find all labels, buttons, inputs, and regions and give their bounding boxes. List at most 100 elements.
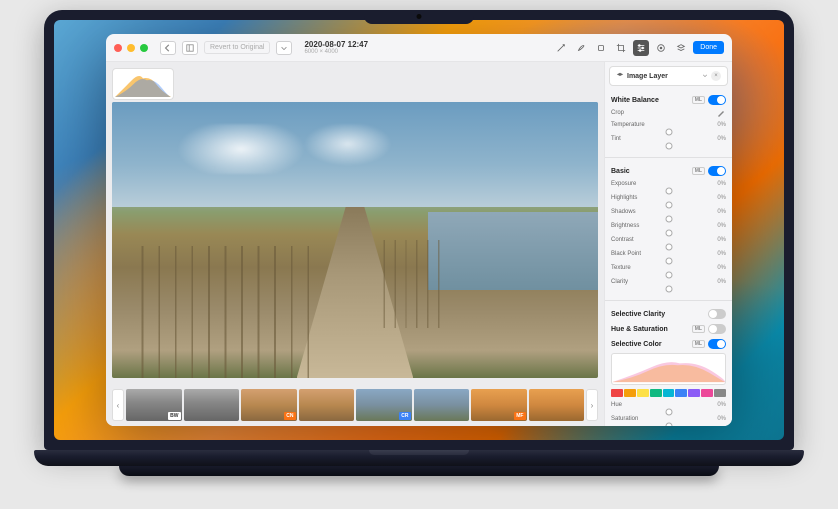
filmstrip-next-button[interactable]: › (586, 389, 598, 421)
white-balance-header: White Balance ML (611, 92, 726, 107)
canvas-area: ‹ BW CN CR MF › (106, 62, 604, 426)
zoom-dropdown[interactable] (276, 41, 292, 55)
revert-button[interactable]: Revert to Original (204, 41, 270, 54)
preset-thumb-mf[interactable]: MF (471, 389, 527, 421)
color-swatches (611, 387, 726, 399)
color-swatch[interactable] (701, 389, 713, 397)
layers-icon[interactable] (673, 40, 689, 56)
section-title: Selective Color (611, 341, 662, 348)
effects-icon[interactable] (653, 40, 669, 56)
photo-water (428, 212, 598, 289)
tint-value: 0% (717, 136, 726, 142)
ml-badge[interactable]: ML (692, 325, 705, 333)
main-area: ‹ BW CN CR MF › (106, 62, 732, 426)
image-title: 2020-08-07 12:47 (304, 40, 547, 49)
title-block: 2020-08-07 12:47 6000 × 4000 (304, 40, 547, 55)
black-point-label: Black Point (611, 251, 641, 257)
filmstrip-prev-button[interactable]: ‹ (112, 389, 124, 421)
preset-thumb-cn[interactable]: CN (241, 389, 297, 421)
hue-label: Hue (611, 402, 622, 408)
preset-thumb[interactable] (414, 389, 470, 421)
preset-thumb[interactable] (299, 389, 355, 421)
preset-tag: MF (514, 412, 525, 420)
shadows-label: Shadows (611, 209, 636, 215)
saturation-value: 0% (717, 416, 726, 422)
selective-clarity-header: Selective Clarity (611, 306, 726, 321)
preset-tag: BW (168, 412, 180, 420)
color-swatch[interactable] (650, 389, 662, 397)
adjustments-panel: Image Layer × White Balance ML (604, 62, 732, 426)
saturation-label: Saturation (611, 416, 638, 422)
temperature-label: Temperature (611, 122, 645, 128)
brightness-label: Brightness (611, 223, 639, 229)
histogram[interactable] (112, 68, 174, 100)
ml-badge[interactable]: ML (692, 167, 705, 175)
photo-editor-window: Revert to Original 2020-08-07 12:47 6000… (106, 34, 732, 426)
color-swatch[interactable] (714, 389, 726, 397)
black-point-value: 0% (717, 251, 726, 257)
contrast-label: Contrast (611, 237, 634, 243)
preset-tag: CN (284, 412, 295, 420)
texture-value: 0% (717, 265, 726, 271)
basic-toggle[interactable] (708, 166, 726, 176)
layer-icon (616, 72, 624, 80)
fullscreen-window-button[interactable] (140, 44, 148, 52)
color-swatch[interactable] (675, 389, 687, 397)
section-title: Basic (611, 168, 630, 175)
display-notch (364, 10, 474, 24)
sidebar-toggle-button[interactable] (182, 41, 198, 55)
basic-header: Basic ML (611, 163, 726, 178)
preset-thumb[interactable] (184, 389, 240, 421)
exposure-value: 0% (717, 181, 726, 187)
close-window-button[interactable] (114, 44, 122, 52)
window-toolbar: Revert to Original 2020-08-07 12:47 6000… (106, 34, 732, 62)
screen-bezel: Revert to Original 2020-08-07 12:47 6000… (44, 10, 794, 450)
temperature-value: 0% (717, 122, 726, 128)
selective-color-header: Selective Color ML (611, 336, 726, 351)
section-title: Selective Clarity (611, 311, 665, 318)
texture-label: Texture (611, 265, 631, 271)
highlights-value: 0% (717, 195, 726, 201)
layer-dropdown[interactable]: Image Layer × (609, 66, 728, 86)
color-swatch[interactable] (611, 389, 623, 397)
selective-clarity-toggle[interactable] (708, 309, 726, 319)
tint-label: Tint (611, 136, 621, 142)
selective-color-toggle[interactable] (708, 339, 726, 349)
brush-icon[interactable] (573, 40, 589, 56)
ml-badge[interactable]: ML (692, 96, 705, 104)
shadows-value: 0% (717, 209, 726, 215)
white-balance-toggle[interactable] (708, 95, 726, 105)
brightness-value: 0% (717, 223, 726, 229)
eraser-icon[interactable] (593, 40, 609, 56)
layer-close-button[interactable]: × (711, 71, 721, 81)
preset-tag: CR (399, 412, 410, 420)
color-swatch[interactable] (637, 389, 649, 397)
preset-thumb[interactable] (529, 389, 585, 421)
color-swatch[interactable] (624, 389, 636, 397)
color-swatch[interactable] (663, 389, 675, 397)
photo-canvas[interactable] (112, 102, 598, 378)
photo-fence-right (374, 240, 442, 328)
back-button[interactable] (160, 41, 176, 55)
hue-saturation-toggle[interactable] (708, 324, 726, 334)
laptop-foot (119, 466, 719, 476)
preset-thumb-bw[interactable]: BW (126, 389, 182, 421)
minimize-window-button[interactable] (127, 44, 135, 52)
preset-thumb-cr[interactable]: CR (356, 389, 412, 421)
adjust-icon[interactable] (633, 40, 649, 56)
desktop-wallpaper: Revert to Original 2020-08-07 12:47 6000… (54, 20, 784, 440)
color-swatch[interactable] (688, 389, 700, 397)
crop-icon[interactable] (613, 40, 629, 56)
photo-fence-left (127, 246, 312, 378)
hue-saturation-header: Hue & Saturation ML (611, 321, 726, 336)
ml-badge[interactable]: ML (692, 340, 705, 348)
laptop-base (34, 450, 804, 466)
highlights-label: Highlights (611, 195, 637, 201)
eyedropper-icon[interactable] (716, 108, 726, 118)
done-button[interactable]: Done (693, 41, 724, 54)
color-curve[interactable] (611, 353, 726, 385)
clarity-label: Clarity (611, 279, 628, 285)
laptop-mockup: Revert to Original 2020-08-07 12:47 6000… (34, 10, 804, 490)
section-title: Hue & Saturation (611, 326, 668, 333)
magic-wand-icon[interactable] (553, 40, 569, 56)
